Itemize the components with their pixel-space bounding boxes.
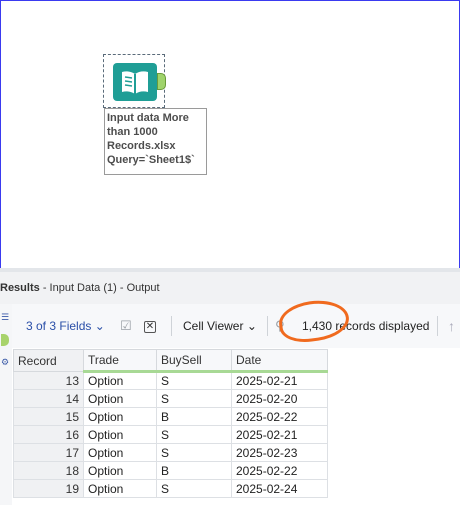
table-row[interactable]: 14 Option S 2025-02-20 [13,389,328,408]
annotation-line: Records.xlsx [107,140,176,152]
checkbox-icon[interactable]: ☑ [120,304,132,348]
table-cell[interactable]: B [156,407,232,426]
table-cell[interactable]: 2025-02-22 [231,407,328,426]
table-cell[interactable]: S [156,371,232,390]
table-row[interactable]: 13 Option S 2025-02-21 [13,371,328,390]
records-count: 1,430 records displayed [302,319,430,333]
annotation-line: Input data More [107,112,189,124]
table-cell[interactable]: Option [83,371,157,390]
results-header: Results - Input Data (1) - Output [0,272,460,304]
annotation-line: than 1000 [107,126,158,138]
results-grid[interactable]: Record Trade BuySell Date 13 Option S 20… [13,349,329,498]
table-cell[interactable]: 2025-02-20 [231,389,328,408]
table-cell[interactable]: S [156,425,232,444]
input-data-tool[interactable] [113,63,157,101]
table-cell[interactable]: B [156,461,232,480]
record-cell: 19 [13,479,84,498]
results-subtitle: - Input Data (1) - Output [42,282,160,294]
table-cell[interactable]: S [156,443,232,462]
arrow-up-icon[interactable]: ↑ [448,304,455,348]
record-cell: 14 [13,389,84,408]
table-cell[interactable]: 2025-02-24 [231,479,328,498]
list-icon[interactable]: ☰ [1,313,10,322]
table-row[interactable]: 16 Option S 2025-02-21 [13,425,328,444]
cell-viewer-dropdown[interactable]: Cell Viewer ⌄ [183,304,257,348]
table-cell[interactable]: 2025-02-21 [231,371,328,390]
table-cell[interactable]: 2025-02-23 [231,443,328,462]
fields-dropdown[interactable]: 3 of 3 Fields ⌄ [26,304,105,348]
anchor-indicator[interactable] [1,334,9,346]
tool-annotation: Input data More than 1000 Records.xlsx Q… [104,108,207,175]
annotation-line: Query=`Sheet1$` [107,154,195,166]
output-anchor[interactable] [157,73,166,90]
book-input-icon [122,71,148,94]
column-header[interactable]: Trade [83,349,157,373]
table-cell[interactable]: Option [83,443,157,462]
table-cell[interactable]: S [156,479,232,498]
record-cell: 13 [13,371,84,390]
table-cell[interactable]: Option [83,461,157,480]
chevron-down-icon: ⌄ [94,319,105,333]
table-cell[interactable]: Option [83,425,157,444]
record-cell: 15 [13,407,84,426]
record-cell: 16 [13,425,84,444]
record-cell: 17 [13,443,84,462]
results-toolbar: 3 of 3 Fields ⌄ ☑ ✕ Cell Viewer ⌄ ⚲ 1,43… [12,304,460,348]
gear-icon[interactable]: ⚙ [1,358,10,367]
table-row[interactable]: 18 Option B 2025-02-22 [13,461,328,480]
toolbar-separator [267,316,268,336]
cell-viewer-label: Cell Viewer [183,319,244,333]
close-box-icon[interactable]: ✕ [144,321,156,333]
record-cell: 18 [13,461,84,480]
chevron-down-icon: ⌄ [246,319,257,333]
column-header[interactable]: Record [13,349,84,372]
results-title: Results [0,282,40,294]
fields-label: 3 of 3 Fields [26,319,92,333]
table-row[interactable]: 17 Option S 2025-02-23 [13,443,328,462]
table-row[interactable]: 15 Option B 2025-02-22 [13,407,328,426]
table-header-row: Record Trade BuySell Date [13,349,328,373]
toolbar-separator [437,316,438,336]
table-cell[interactable]: 2025-02-21 [231,425,328,444]
table-cell[interactable]: 2025-02-22 [231,461,328,480]
search-icon[interactable]: ⚲ [275,304,285,348]
table-cell[interactable]: Option [83,479,157,498]
toolbar-separator [171,316,172,336]
workflow-canvas[interactable]: Input data More than 1000 Records.xlsx Q… [0,0,460,268]
table-cell[interactable]: Option [83,389,157,408]
table-cell[interactable]: Option [83,407,157,426]
data-table: Record Trade BuySell Date 13 Option S 20… [13,349,328,498]
table-row[interactable]: 19 Option S 2025-02-24 [13,479,328,498]
table-cell[interactable]: S [156,389,232,408]
column-header[interactable]: Date [231,349,328,373]
column-header[interactable]: BuySell [156,349,232,373]
